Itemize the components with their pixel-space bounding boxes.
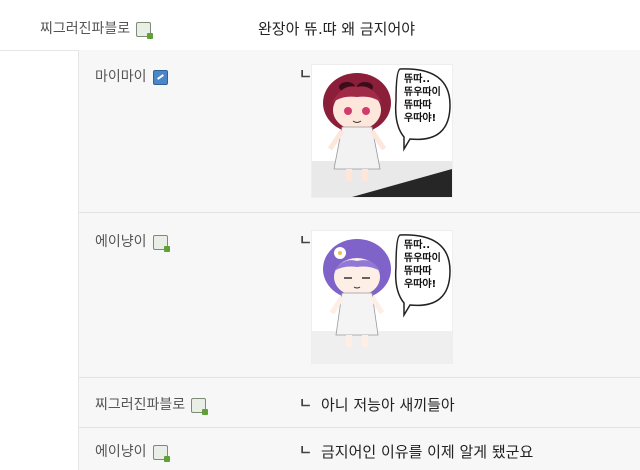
- fixed-nick-icon: [136, 21, 154, 39]
- comment-row: 찌그러진파블로 완장아 뜌.땨 왜 금지어야: [0, 0, 640, 51]
- sticker-bubble-text: 뜌따.. 뜌우따이 뜌따따 우따야!: [404, 74, 441, 124]
- reply-arrow-icon: ㄴ: [299, 443, 312, 459]
- reply-arrow-icon: ㄴ: [299, 67, 312, 83]
- fluid-nick-icon: [152, 69, 168, 85]
- sticker-image[interactable]: 뜌따.. 뜌우따이 뜌따따 우따야!: [311, 230, 453, 364]
- reply-list: 마이마이 ㄴ 뜌따.. 뜌우따이 뜌따따 우따야! 에이냥이 ㄴ 뜌따.. 뜌우…: [78, 50, 640, 470]
- sticker-image[interactable]: 뜌따.. 뜌우따이 뜌따따 우따야!: [311, 64, 453, 198]
- sticker-bubble-text: 뜌따.. 뜌우따이 뜌따따 우따야!: [404, 240, 441, 290]
- reply-arrow-icon: ㄴ: [299, 396, 312, 412]
- reply-row: 에이냥이 ㄴ 뜌따.. 뜌우따이 뜌따따 우따야!: [79, 212, 640, 378]
- reply-text: 금지어인 이유를 이제 알게 됐군요: [321, 443, 534, 461]
- reply-text: 아니 저능아 새끼들아: [321, 396, 455, 414]
- comment-text: 완장아 뜌.땨 왜 금지어야: [258, 20, 416, 38]
- reply-author[interactable]: 에이냥이: [95, 231, 170, 252]
- comment-author[interactable]: 찌그러진파블로: [40, 18, 154, 39]
- reply-author[interactable]: 찌그러진파블로: [95, 394, 209, 415]
- reply-author[interactable]: 에이냥이: [95, 441, 170, 462]
- reply-row: 마이마이 ㄴ 뜌따.. 뜌우따이 뜌따따 우따야!: [79, 50, 640, 213]
- reply-author[interactable]: 마이마이: [95, 66, 168, 86]
- fixed-nick-icon: [152, 444, 170, 462]
- reply-row: 찌그러진파블로 ㄴ 아니 저능아 새끼들아: [79, 377, 640, 428]
- reply-row: 에이냥이 ㄴ 금지어인 이유를 이제 알게 됐군요: [79, 427, 640, 470]
- fixed-nick-icon: [191, 397, 209, 415]
- reply-arrow-icon: ㄴ: [299, 233, 312, 249]
- fixed-nick-icon: [152, 234, 170, 252]
